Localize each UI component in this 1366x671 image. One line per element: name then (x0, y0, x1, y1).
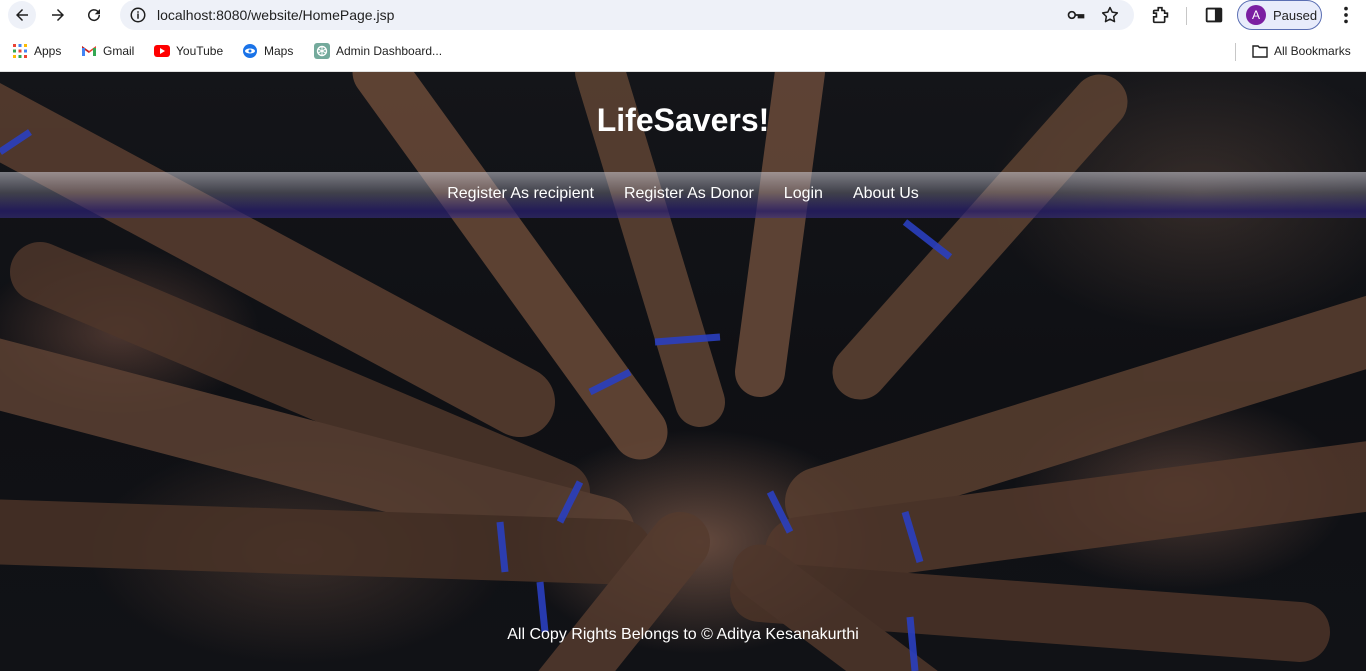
nav-register-recipient[interactable]: Register As recipient (432, 185, 609, 203)
bookmarks-bar: Apps Gmail YouTube Maps Admin Dashboard.… (0, 31, 1366, 72)
profile-status: Paused (1273, 7, 1318, 23)
browser-toolbar: localhost:8080/website/HomePage.jsp A Pa… (0, 0, 1366, 31)
youtube-icon (154, 43, 170, 59)
address-bar[interactable]: localhost:8080/website/HomePage.jsp (120, 0, 1134, 30)
profile-button[interactable]: A Paused (1237, 0, 1322, 30)
apps-grid-icon (12, 43, 28, 59)
extensions-icon[interactable] (1150, 4, 1172, 26)
maps-icon (242, 43, 258, 59)
forward-button[interactable] (44, 1, 72, 29)
openai-icon (314, 43, 330, 59)
back-button[interactable] (8, 1, 36, 29)
main-navbar: Register As recipient Register As Donor … (0, 172, 1366, 218)
gmail-icon (81, 43, 97, 59)
bookmark-apps[interactable]: Apps (12, 43, 61, 59)
nav-about-us[interactable]: About Us (838, 185, 934, 203)
arrow-right-icon (52, 9, 64, 21)
key-icon[interactable] (1066, 5, 1086, 25)
nav-register-donor[interactable]: Register As Donor (609, 185, 769, 203)
all-bookmarks-button[interactable]: All Bookmarks (1252, 43, 1351, 59)
bookmark-label: Admin Dashboard... (336, 44, 443, 58)
nav-login[interactable]: Login (769, 185, 838, 203)
site-info-icon[interactable] (129, 6, 147, 24)
homepage-hero: LifeSavers! Register As recipient Regist… (0, 72, 1366, 671)
avatar: A (1246, 5, 1266, 25)
toolbar-separator (1186, 7, 1187, 25)
site-title: LifeSavers! (596, 102, 770, 138)
side-panel-icon[interactable] (1203, 4, 1225, 26)
more-menu-icon[interactable] (1335, 4, 1357, 26)
bookmark-gmail[interactable]: Gmail (81, 43, 134, 59)
bookmark-admin-dashboard[interactable]: Admin Dashboard... (314, 43, 442, 59)
arrow-left-icon (16, 9, 28, 21)
reload-icon (88, 9, 101, 22)
folder-icon (1252, 43, 1268, 59)
bookmarks-separator (1235, 43, 1236, 61)
bookmark-youtube[interactable]: YouTube (154, 43, 223, 59)
bookmark-label: All Bookmarks (1274, 44, 1351, 58)
bookmark-label: Gmail (103, 44, 135, 58)
reload-button[interactable] (80, 1, 108, 29)
bookmark-label: YouTube (176, 44, 224, 58)
footer-copyright: All Copy Rights Belongs to © Aditya Kesa… (507, 626, 859, 643)
url-text[interactable]: localhost:8080/website/HomePage.jsp (157, 7, 394, 23)
bookmark-maps[interactable]: Maps (242, 43, 293, 59)
bookmark-label: Maps (264, 44, 294, 58)
bookmark-label: Apps (34, 44, 62, 58)
star-icon[interactable] (1100, 5, 1120, 25)
hands-together-background-image (0, 72, 1366, 671)
